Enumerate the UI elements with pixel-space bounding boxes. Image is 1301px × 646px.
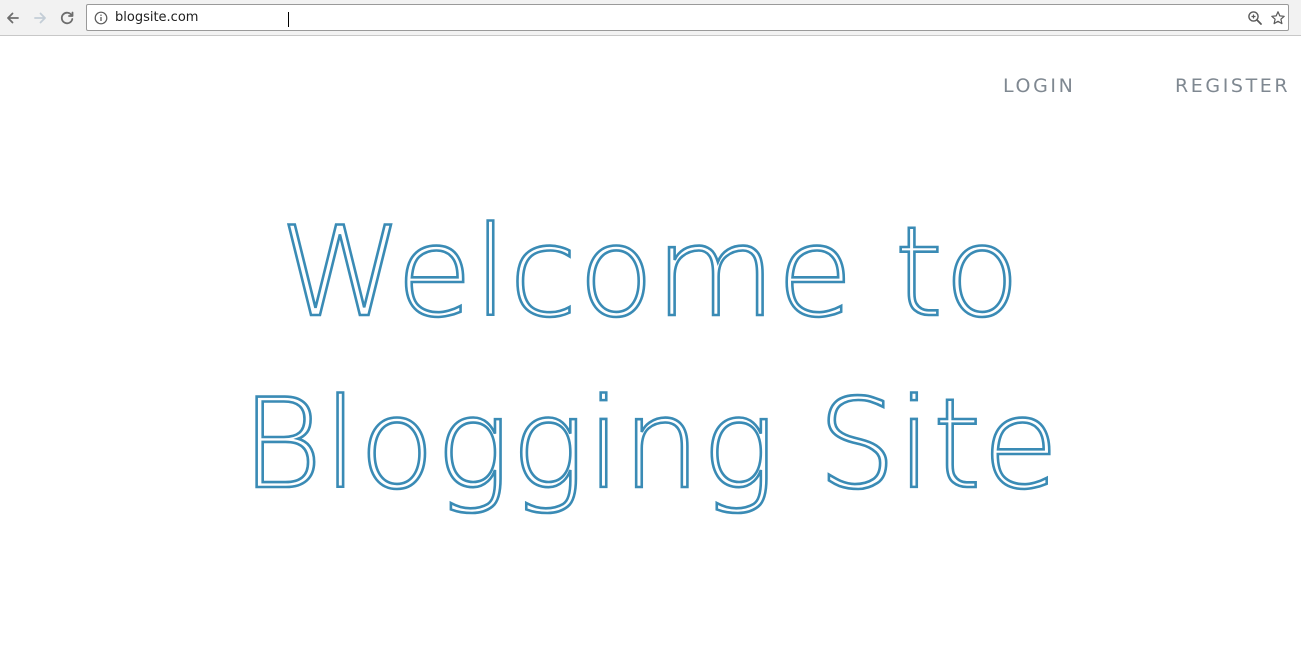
top-navigation: LOGIN REGISTER: [0, 75, 1301, 101]
address-bar[interactable]: [86, 4, 1289, 31]
reload-icon: [60, 11, 74, 25]
hero-title-line-1: Welcome to: [279, 200, 1022, 347]
hero-title: Welcome to Blogging Site: [0, 187, 1301, 531]
forward-button[interactable]: [30, 8, 50, 28]
browser-toolbar: [0, 0, 1301, 36]
register-link[interactable]: REGISTER: [1175, 75, 1290, 97]
reload-button[interactable]: [57, 8, 77, 28]
login-link[interactable]: LOGIN: [1003, 75, 1075, 97]
back-button[interactable]: [3, 8, 23, 28]
info-icon[interactable]: [94, 11, 108, 25]
hero-title-line-2: Blogging Site: [240, 372, 1060, 519]
text-caret: [288, 12, 289, 27]
star-icon[interactable]: [1270, 10, 1286, 26]
arrow-right-icon: [34, 12, 46, 24]
zoom-icon[interactable]: [1247, 10, 1263, 26]
url-input[interactable]: [115, 8, 1225, 28]
page-content: LOGIN REGISTER Welcome to Blogging Site: [0, 37, 1301, 646]
arrow-left-icon: [7, 12, 19, 24]
